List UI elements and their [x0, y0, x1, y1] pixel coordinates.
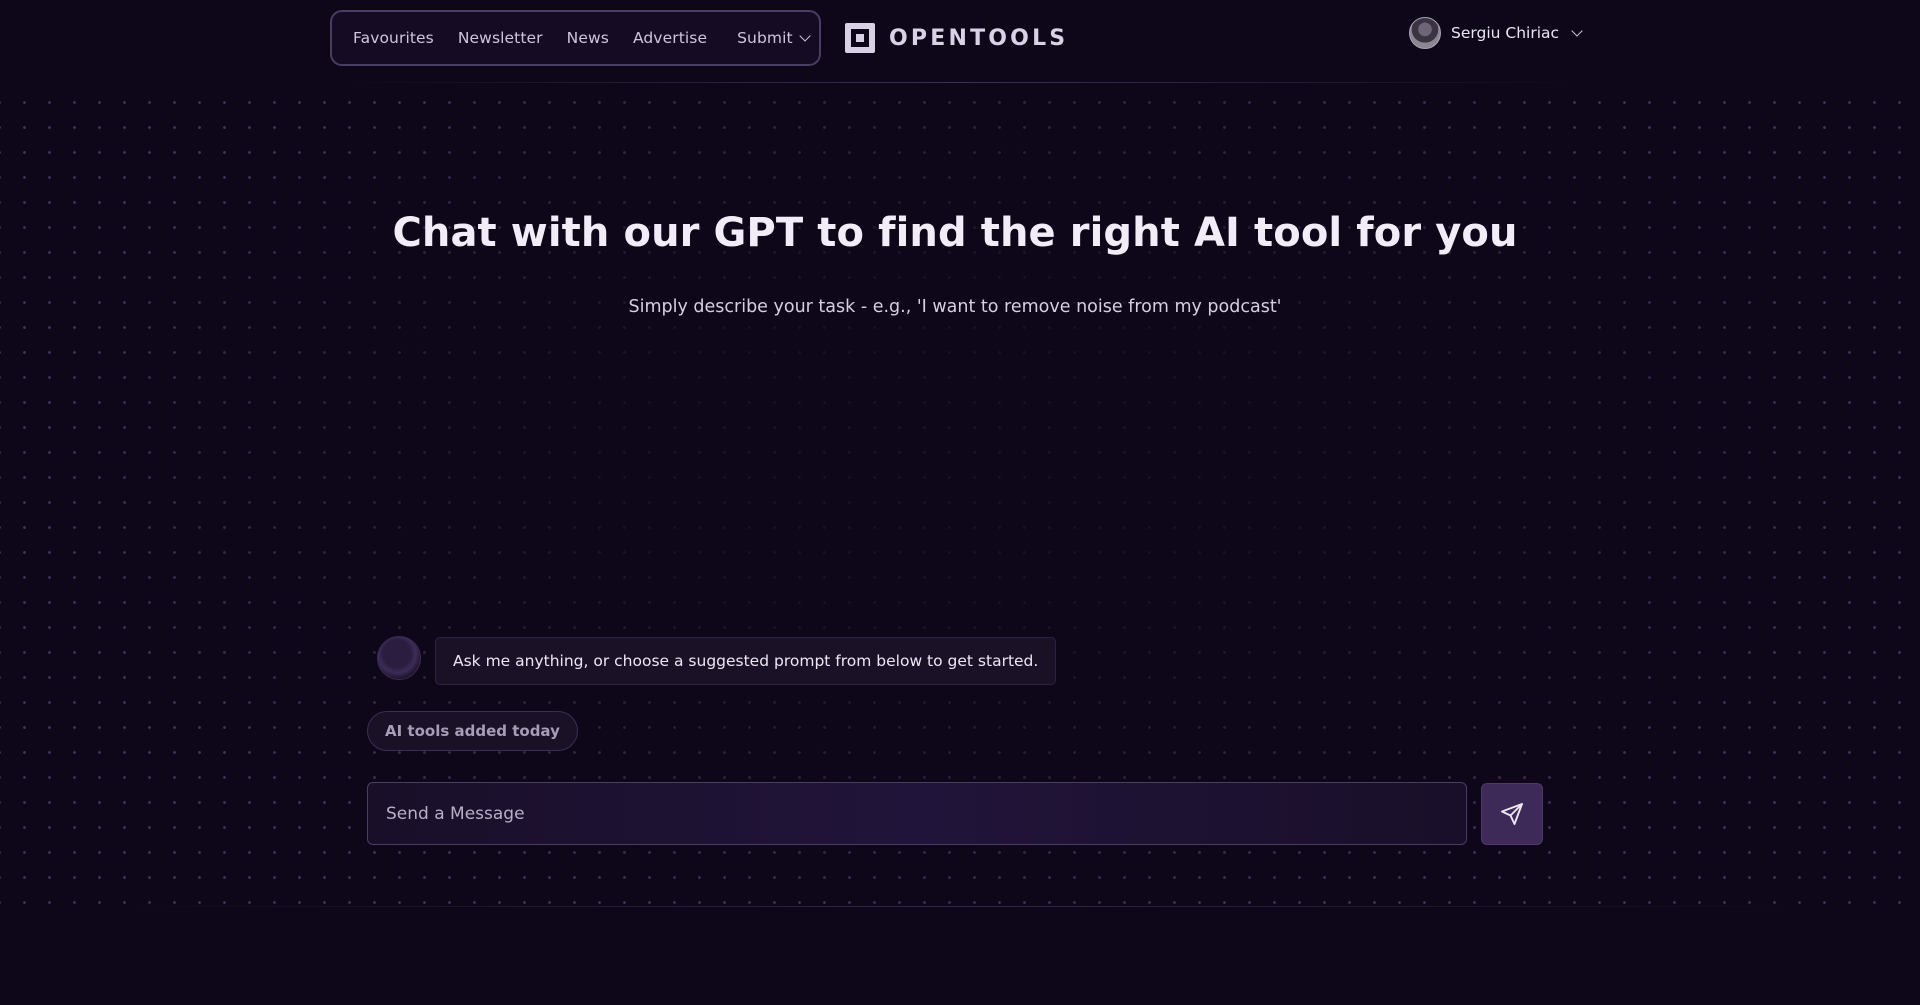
bot-message: Ask me anything, or choose a suggested p… [435, 637, 1057, 685]
send-button[interactable] [1481, 783, 1543, 845]
suggested-prompt-ai-tools-today[interactable]: AI tools added today [367, 711, 578, 751]
footer-divider [100, 906, 1820, 907]
user-name: Sergiu Chiriac [1451, 24, 1560, 42]
chevron-down-icon [799, 30, 811, 42]
send-icon [1501, 803, 1523, 825]
main-nav: Favourites Newsletter News Advertise Sub… [330, 10, 821, 66]
nav-item-news[interactable]: News [567, 29, 609, 47]
submit-dropdown[interactable]: Submit [737, 29, 811, 47]
brand-logo[interactable]: OPENTOOLS [845, 23, 1068, 53]
message-input-container [367, 782, 1467, 845]
submit-label: Submit [737, 29, 793, 47]
page-title: Chat with our GPT to find the right AI t… [392, 210, 1518, 256]
nav-item-newsletter[interactable]: Newsletter [458, 29, 543, 47]
header-divider [330, 82, 1590, 83]
message-input[interactable] [368, 783, 1466, 844]
page: Favourites Newsletter News Advertise Sub… [0, 0, 1920, 1005]
nav-item-favourites[interactable]: Favourites [353, 29, 434, 47]
brand-name: OPENTOOLS [889, 25, 1069, 51]
user-menu[interactable]: Sergiu Chiriac [1409, 17, 1583, 49]
avatar [1409, 17, 1441, 49]
bot-avatar-icon [377, 636, 421, 680]
chevron-down-icon [1571, 25, 1583, 37]
opentools-logo-icon [845, 23, 875, 53]
nav-item-advertise[interactable]: Advertise [633, 29, 707, 47]
page-subtitle: Simply describe your task - e.g., 'I wan… [628, 297, 1282, 317]
